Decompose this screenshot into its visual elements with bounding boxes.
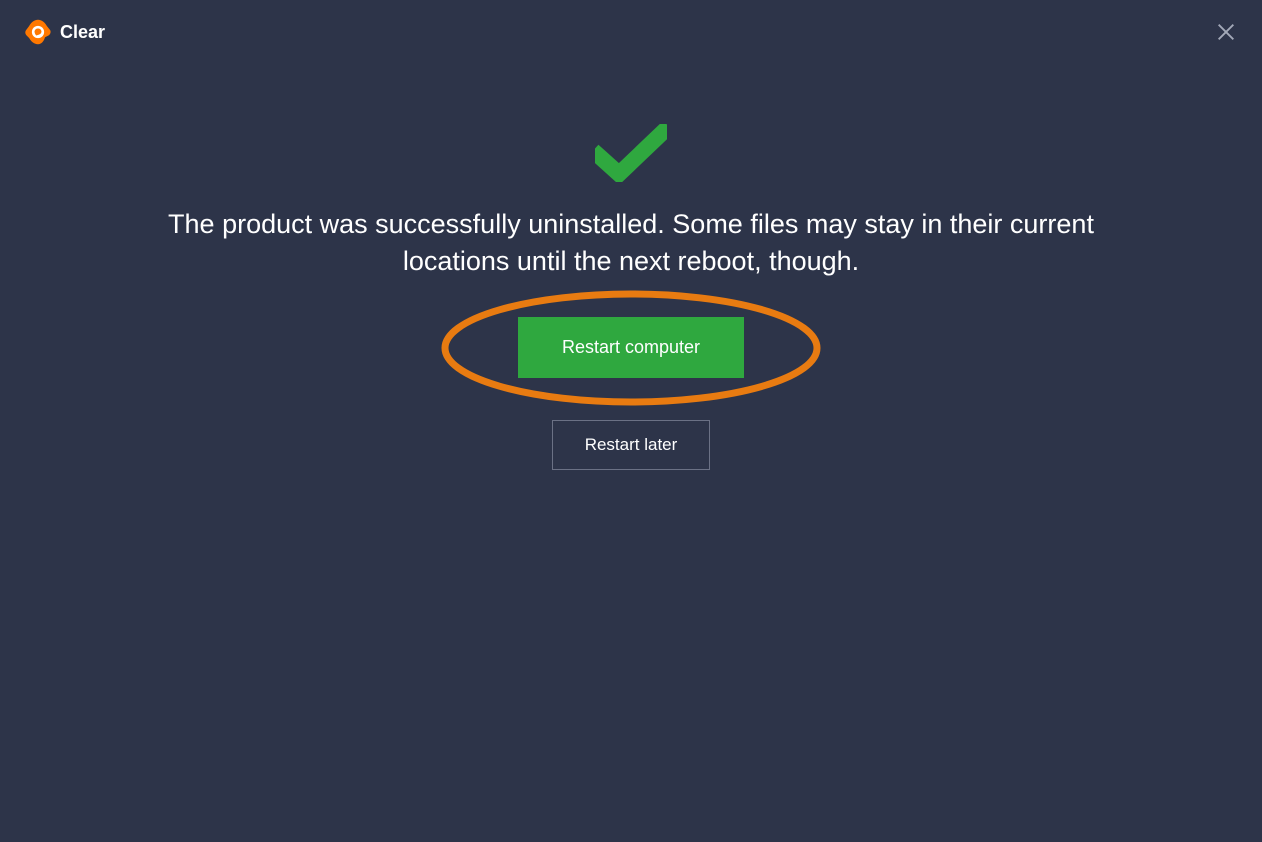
logo-section: Clear	[24, 18, 105, 46]
checkmark-icon	[595, 124, 667, 182]
avast-logo-icon	[24, 18, 52, 46]
restart-computer-button[interactable]: Restart computer	[518, 317, 744, 378]
app-title: Clear	[60, 22, 105, 43]
status-message: The product was successfully uninstalled…	[151, 206, 1111, 281]
header: Clear	[0, 0, 1262, 64]
button-area: Restart computer Restart later	[518, 317, 744, 470]
restart-later-button[interactable]: Restart later	[552, 420, 711, 470]
close-icon[interactable]	[1214, 20, 1238, 44]
main-content: The product was successfully uninstalled…	[0, 64, 1262, 470]
